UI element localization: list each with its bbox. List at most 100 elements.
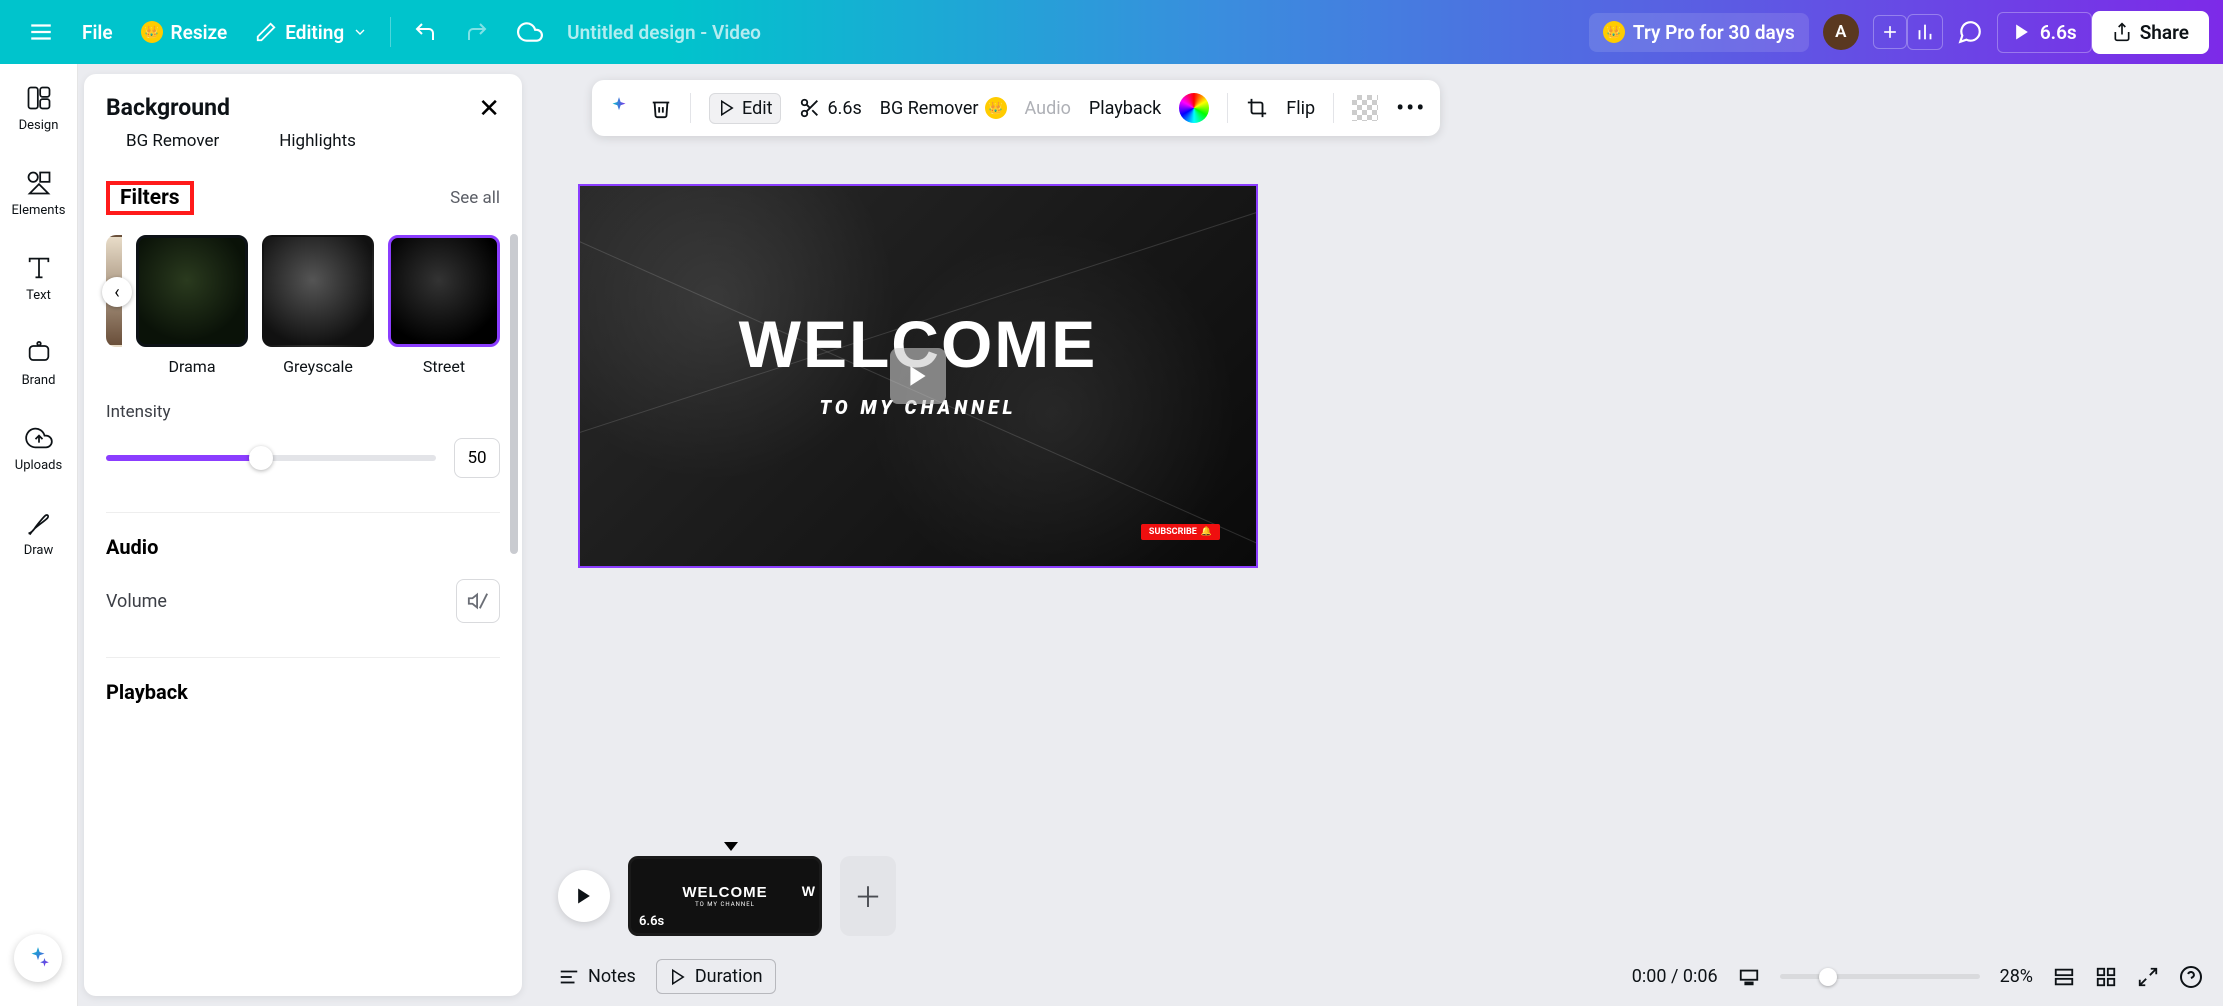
rail-design-label: Design	[19, 118, 59, 133]
volume-label: Volume	[106, 591, 167, 612]
intensity-section: Intensity 50	[106, 402, 500, 478]
editing-dropdown[interactable]: Editing	[241, 13, 382, 52]
redo-button[interactable]	[451, 12, 503, 52]
rail-brand[interactable]: Brand	[0, 333, 77, 394]
playback-section: Playback	[106, 657, 500, 704]
side-rail: Design Elements Text Brand Uploads Draw	[0, 64, 78, 1006]
panel-scrollbar[interactable]	[510, 114, 520, 986]
notes-button[interactable]: Notes	[558, 966, 636, 988]
add-member-button[interactable]	[1873, 15, 1907, 49]
magic-edit-icon[interactable]	[606, 95, 632, 121]
present-duration: 6.6s	[2040, 21, 2077, 44]
rail-elements-label: Elements	[12, 203, 66, 218]
timeline-clip[interactable]: WELCOMETO MY CHANNEL W 6.6s	[628, 856, 822, 936]
crown-icon: 👑	[141, 21, 163, 43]
undo-button[interactable]	[399, 12, 451, 52]
rail-design[interactable]: Design	[0, 78, 77, 139]
help-button[interactable]	[2179, 965, 2203, 989]
filter-label: Street	[388, 357, 500, 376]
clip-duration: 6.6s	[639, 914, 664, 929]
edit-video-button[interactable]: Edit	[709, 93, 781, 124]
see-all-filters[interactable]: See all	[450, 188, 500, 208]
audio-section: Audio Volume	[106, 512, 500, 623]
share-label: Share	[2140, 21, 2189, 44]
try-pro-label: Try Pro for 30 days	[1633, 21, 1795, 44]
clip-extra-frame: W	[802, 883, 815, 899]
rail-draw[interactable]: Draw	[0, 503, 77, 564]
trim-button[interactable]: 6.6s	[799, 97, 861, 119]
design-title[interactable]: Untitled design - Video	[567, 21, 761, 44]
close-panel-button[interactable]: ✕	[478, 94, 500, 124]
filters-prev-arrow[interactable]: ‹	[102, 277, 132, 307]
add-page-button[interactable]: ＋	[840, 856, 896, 936]
filters-heading-highlighted: Filters	[106, 181, 194, 215]
duration-label: Duration	[695, 966, 763, 987]
crown-icon: 👑	[1603, 21, 1625, 43]
upload-icon	[2112, 22, 2132, 42]
timeline: WELCOMETO MY CHANNEL W 6.6s ＋	[558, 856, 2203, 936]
rail-uploads[interactable]: Uploads	[0, 418, 77, 479]
chip-bg-remover[interactable]: BG Remover	[126, 131, 219, 151]
bg-remover-button[interactable]: BG Remover👑	[880, 97, 1007, 119]
intensity-slider[interactable]	[106, 455, 436, 461]
separator	[390, 17, 391, 47]
present-button[interactable]: 6.6s	[1997, 12, 2092, 53]
intensity-value[interactable]: 50	[454, 438, 500, 478]
more-options-button[interactable]: •••	[1396, 94, 1426, 122]
intensity-label: Intensity	[106, 402, 500, 422]
filter-thumbnails: ‹ Drama Greyscale Street	[106, 235, 500, 376]
thumbnail-view-button[interactable]	[1738, 966, 1760, 988]
audio-button-disabled: Audio	[1025, 98, 1071, 119]
try-pro-button[interactable]: 👑 Try Pro for 30 days	[1589, 13, 1809, 52]
edit-label: Edit	[742, 98, 772, 119]
playback-button[interactable]: Playback	[1089, 98, 1161, 119]
mute-button[interactable]	[456, 579, 500, 623]
page-view-button[interactable]	[2053, 966, 2075, 988]
file-menu[interactable]: File	[68, 13, 127, 52]
fullscreen-button[interactable]	[2137, 966, 2159, 988]
zoom-slider[interactable]	[1780, 974, 1980, 979]
resize-button[interactable]: 👑 Resize	[127, 13, 242, 52]
chip-highlights[interactable]: Highlights	[279, 131, 356, 151]
video-canvas[interactable]: WELCOME TO MY CHANNEL SUBSCRIBE🔔	[578, 184, 1258, 568]
analytics-button[interactable]	[1907, 14, 1943, 50]
crown-icon: 👑	[985, 97, 1007, 119]
background-panel: Background ✕ BG Remover Highlights Filte…	[84, 74, 522, 996]
transparency-button[interactable]	[1352, 95, 1378, 121]
flip-button[interactable]: Flip	[1286, 98, 1315, 119]
share-button[interactable]: Share	[2092, 11, 2209, 54]
magic-button[interactable]	[14, 934, 62, 982]
hamburger-menu[interactable]	[14, 11, 68, 53]
timeline-play-button[interactable]	[558, 870, 610, 922]
clip-sub: TO MY CHANNEL	[695, 901, 755, 908]
avatar-initial: A	[1823, 14, 1859, 50]
filter-thumb-greyscale[interactable]: Greyscale	[262, 235, 374, 376]
contextual-toolbar: Edit 6.6s BG Remover👑 Audio Playback Fli…	[592, 80, 1440, 136]
zoom-percent[interactable]: 28%	[2000, 966, 2033, 987]
rail-elements[interactable]: Elements	[0, 163, 77, 224]
grid-view-button[interactable]	[2095, 966, 2117, 988]
editing-label: Editing	[285, 21, 344, 44]
filters-label: Filters	[120, 186, 180, 210]
color-wheel-icon	[1179, 93, 1209, 123]
filter-label: Drama	[136, 357, 248, 376]
rail-text[interactable]: Text	[0, 248, 77, 309]
chevron-down-icon	[352, 24, 368, 40]
subscribe-badge: SUBSCRIBE🔔	[1141, 524, 1220, 540]
comment-button[interactable]	[1943, 11, 1997, 53]
filter-thumb-drama[interactable]: Drama	[136, 235, 248, 376]
user-avatar[interactable]: A	[1809, 6, 1873, 58]
playhead-marker[interactable]	[724, 842, 738, 851]
play-overlay-icon[interactable]	[890, 348, 946, 404]
color-picker-button[interactable]	[1179, 93, 1209, 123]
sparkle-icon	[25, 945, 51, 971]
pencil-icon	[255, 21, 277, 43]
crop-button[interactable]	[1246, 97, 1268, 119]
playback-heading: Playback	[106, 680, 500, 704]
clip-heading: WELCOME	[682, 884, 767, 901]
filter-thumb-street[interactable]: Street	[388, 235, 500, 376]
cloud-sync-icon[interactable]	[503, 11, 557, 53]
top-bar: File 👑 Resize Editing Untitled design - …	[0, 0, 2223, 64]
delete-button[interactable]	[650, 97, 672, 119]
duration-button[interactable]: Duration	[656, 959, 776, 994]
